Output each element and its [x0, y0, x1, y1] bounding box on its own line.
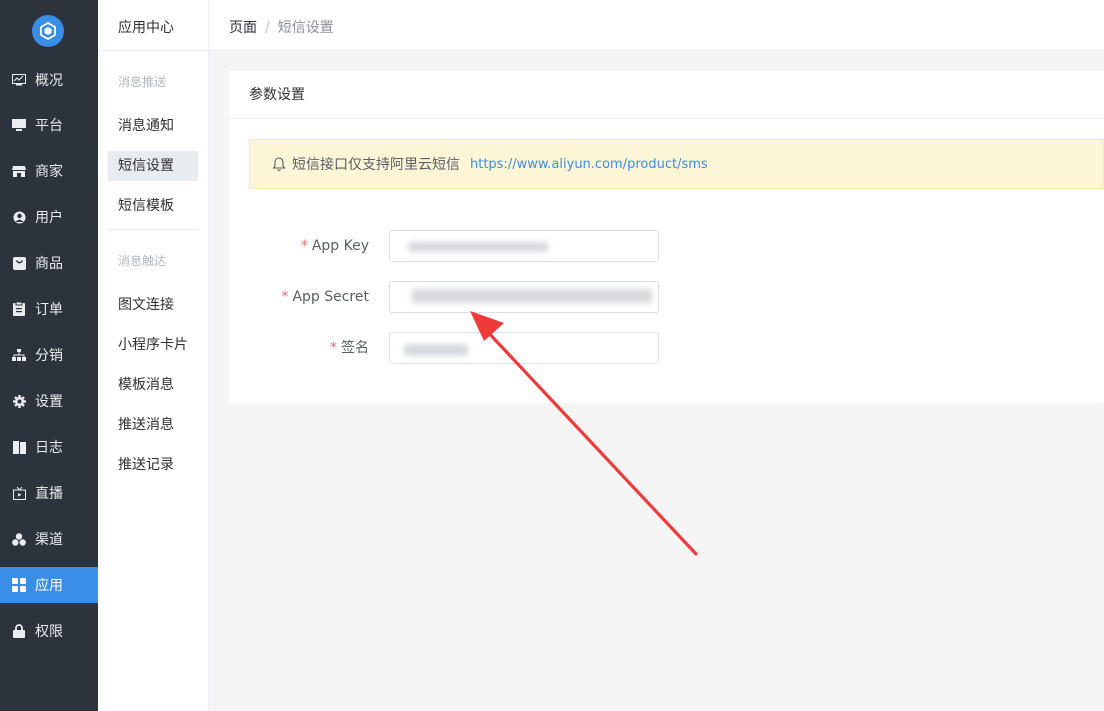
lock-icon	[12, 624, 26, 638]
form-row-signature: * 签名	[229, 332, 1104, 364]
app-center-submenu: 应用中心 消息推送 消息通知 短信设置 短信模板 消息触达 图文连接 小程序卡片…	[98, 0, 209, 711]
submenu-item-template-message[interactable]: 模板消息	[108, 370, 198, 400]
submenu-item-push-record[interactable]: 推送记录	[108, 450, 198, 480]
form-row-app-secret: * App Secret	[229, 281, 1104, 313]
signature-input-wrapper	[389, 332, 659, 364]
nav-item-label: 权限	[35, 624, 63, 640]
breadcrumb-current: 短信设置	[277, 20, 334, 36]
hierarchy-icon	[12, 348, 26, 362]
user-icon	[12, 210, 26, 224]
submenu-item-mini-program-card[interactable]: 小程序卡片	[108, 330, 198, 360]
redaction-blur	[412, 289, 652, 303]
submenu-title: 应用中心	[118, 20, 174, 36]
nav-item-label: 直播	[35, 486, 63, 502]
nav-item-log[interactable]: 日志	[0, 429, 98, 465]
nav-item-label: 平台	[35, 118, 63, 134]
cluster-icon	[12, 532, 26, 546]
form-row-app-key: * App Key	[229, 230, 1104, 262]
card-title: 参数设置	[229, 71, 1104, 119]
app-key-label: * App Key	[300, 238, 369, 254]
tv-icon	[12, 486, 26, 500]
nav-item-label: 日志	[35, 440, 63, 456]
nav-item-label: 渠道	[35, 532, 63, 548]
bell-icon	[272, 156, 286, 172]
nav-item-order[interactable]: 订单	[0, 291, 98, 327]
breadcrumb-separator: /	[265, 20, 270, 36]
submenu-item-message-notice[interactable]: 消息通知	[108, 111, 198, 141]
shopping-bag-icon	[12, 256, 26, 270]
submenu-divider	[108, 229, 198, 230]
submenu-divider	[98, 50, 208, 51]
nav-item-distribution[interactable]: 分销	[0, 337, 98, 373]
nav-item-merchant[interactable]: 商家	[0, 153, 98, 189]
nav-item-label: 分销	[35, 348, 63, 364]
submenu-item-push-message[interactable]: 推送消息	[108, 410, 198, 440]
monitor-chart-icon	[12, 73, 26, 87]
nav-item-label: 应用	[35, 578, 63, 594]
nav-item-label: 概况	[35, 73, 63, 89]
nav-item-permission[interactable]: 权限	[0, 613, 98, 649]
app-secret-label: * App Secret	[281, 289, 369, 305]
app-logo-icon[interactable]	[32, 15, 64, 47]
grid-icon	[12, 578, 26, 592]
clipboard-icon	[12, 302, 26, 316]
alert-text: 短信接口仅支持阿里云短信	[292, 157, 460, 173]
nav-item-user[interactable]: 用户	[0, 199, 98, 235]
submenu-group-label: 消息推送	[118, 75, 167, 89]
submenu-item-sms-template[interactable]: 短信模板	[108, 191, 198, 221]
redaction-blur	[408, 242, 548, 252]
parameter-settings-card: 参数设置 短信接口仅支持阿里云短信 https://www.aliyun.com…	[229, 71, 1104, 403]
nav-item-settings[interactable]: 设置	[0, 383, 98, 419]
breadcrumb: 页面 / 短信设置	[229, 17, 334, 37]
nav-item-channel[interactable]: 渠道	[0, 521, 98, 557]
nav-item-goods[interactable]: 商品	[0, 245, 98, 281]
main-sidebar: 概况 平台 商家 用户 商品 订单 分销 设置 日志 直播 渠道 应用 权限	[0, 0, 98, 711]
submenu-item-graphic-link[interactable]: 图文连接	[108, 290, 198, 320]
shop-icon	[12, 164, 26, 178]
nav-item-platform[interactable]: 平台	[0, 107, 98, 143]
nav-item-apps[interactable]: 应用	[0, 567, 98, 603]
nav-item-label: 设置	[35, 394, 63, 410]
nav-item-label: 商品	[35, 256, 63, 272]
signature-label: * 签名	[330, 340, 369, 356]
breadcrumb-home[interactable]: 页面	[229, 20, 257, 36]
submenu-group-label: 消息触达	[118, 254, 167, 268]
nav-item-overview[interactable]: 概况	[0, 62, 98, 98]
gear-icon	[12, 394, 26, 408]
aliyun-sms-link[interactable]: https://www.aliyun.com/product/sms	[470, 157, 708, 172]
desktop-icon	[12, 118, 26, 132]
app-secret-input-wrapper	[389, 281, 659, 313]
top-header: 页面 / 短信设置	[209, 0, 1104, 51]
submenu-item-sms-settings[interactable]: 短信设置	[108, 151, 198, 181]
app-key-input-wrapper	[389, 230, 659, 262]
nav-item-label: 订单	[35, 302, 63, 318]
redaction-blur	[404, 344, 468, 356]
nav-item-live[interactable]: 直播	[0, 475, 98, 511]
nav-item-label: 用户	[35, 210, 63, 226]
nav-item-label: 商家	[35, 164, 63, 180]
info-alert: 短信接口仅支持阿里云短信 https://www.aliyun.com/prod…	[249, 139, 1104, 189]
book-icon	[12, 440, 26, 454]
